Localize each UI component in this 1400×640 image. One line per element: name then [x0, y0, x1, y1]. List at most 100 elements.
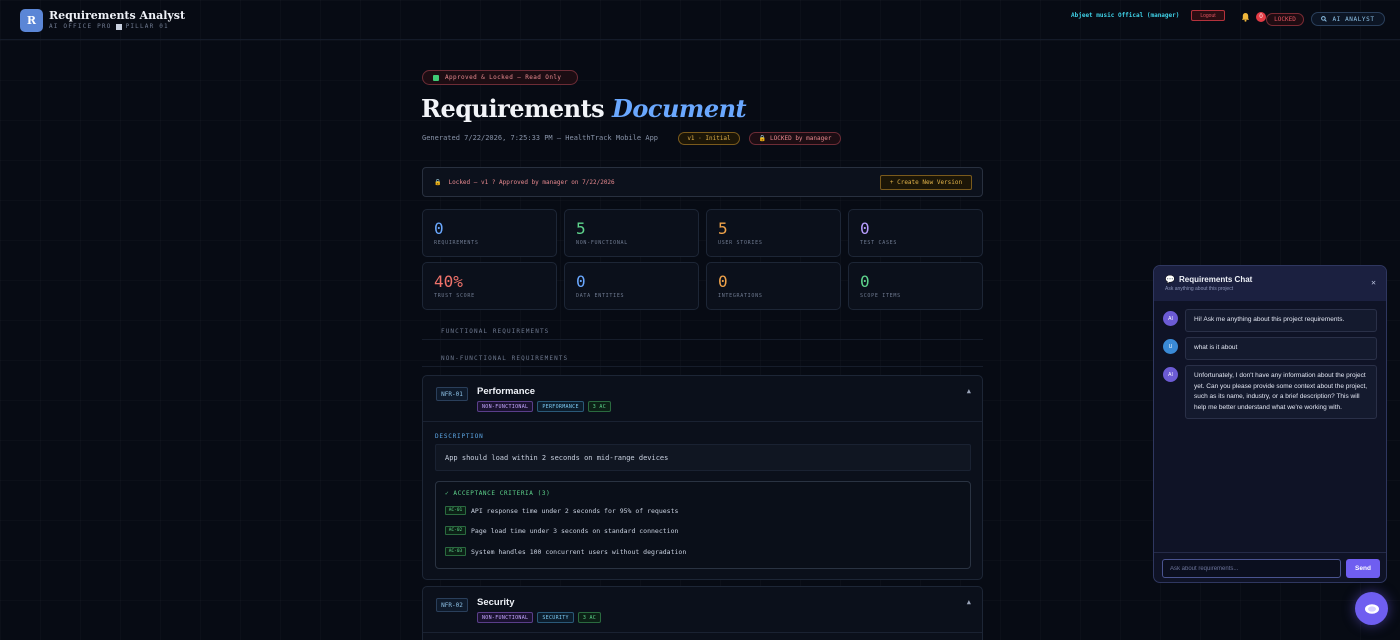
square-icon: [115, 23, 122, 30]
chat-message-text: Unfortunately, I don't have any informat…: [1185, 365, 1377, 419]
stat-value: 5: [718, 219, 728, 238]
app-logo: R: [20, 9, 43, 32]
tag-category: PERFORMANCE: [537, 401, 584, 412]
create-new-version-button[interactable]: + Create New Version: [880, 175, 972, 190]
divider: [422, 339, 983, 340]
avatar: AI: [1163, 311, 1178, 326]
requirement-card-nfr-02: NFR-02 Security NON-FUNCTIONAL SECURITY …: [422, 586, 983, 640]
description-label: DESCRIPTION: [435, 433, 484, 440]
tag-type: NON-FUNCTIONAL: [477, 612, 534, 623]
divider: [422, 366, 983, 367]
stat-label: USER STORIES: [718, 240, 763, 246]
chat-message-text: what is it about: [1185, 337, 1377, 360]
collapse-chevron-icon[interactable]: ▲: [967, 387, 971, 395]
stat-value: 0: [576, 272, 586, 291]
criterion-text: System handles 100 concurrent users with…: [471, 547, 687, 556]
tag-type: NON-FUNCTIONAL: [477, 401, 534, 412]
chat-title-label: Requirements Chat: [1178, 275, 1253, 284]
divider: [423, 421, 982, 422]
collapse-chevron-icon[interactable]: ▲: [967, 598, 971, 606]
acceptance-criteria-heading: ✓ ACCEPTANCE CRITERIA (3): [445, 490, 551, 497]
criterion-id: AC-01: [445, 506, 466, 515]
logout-button[interactable]: Logout: [1191, 10, 1225, 21]
chat-message-ai: AI Hi! Ask me anything about this projec…: [1163, 309, 1377, 332]
ai-analyst-label: AI ANALYST: [1332, 15, 1375, 23]
requirement-id: NFR-01: [436, 387, 468, 401]
lock-banner-text: 🔒 Locked — v1 ? Approved by manager on 7…: [434, 179, 615, 186]
close-icon[interactable]: ✕: [1371, 278, 1376, 287]
stat-card-non-functional: 5 NON-FUNCTIONAL: [564, 209, 699, 257]
locked-by-label: LOCKED by manager: [770, 135, 832, 142]
app-subtitle-left: AI OFFICE PRO: [49, 23, 112, 30]
page-title-main: Requirements: [421, 94, 605, 123]
stat-card-trust-score: 40% TRUST SCORE: [422, 262, 557, 310]
check-square-icon: [433, 74, 439, 81]
lock-icon: 🔒: [758, 135, 767, 142]
acceptance-criterion: AC-03 System handles 100 concurrent user…: [445, 547, 686, 556]
stat-label: TRUST SCORE: [434, 293, 475, 299]
search-icon: [1321, 16, 1328, 22]
stat-label: TEST CASES: [860, 240, 898, 246]
chat-message-text: Hi! Ask me anything about this project r…: [1185, 309, 1377, 332]
section-label: FUNCTIONAL REQUIREMENTS: [441, 328, 550, 335]
notification-badge: 0: [1256, 12, 1266, 22]
stat-label: SCOPE ITEMS: [860, 293, 901, 299]
stat-value: 0: [860, 272, 870, 291]
stat-label: DATA ENTITIES: [576, 293, 625, 299]
stat-value: 5: [576, 219, 586, 238]
chat-subtitle: Ask anything about this project: [1165, 286, 1234, 292]
section-label: NON-FUNCTIONAL REQUIREMENTS: [441, 355, 569, 362]
stat-value: 0: [718, 272, 728, 291]
app-subtitle: AI OFFICE PRO PILLAR 01: [49, 23, 169, 30]
app-subtitle-right: PILLAR 01: [125, 23, 169, 30]
chat-icon: [1364, 603, 1379, 614]
locked-by-pill: 🔒 LOCKED by manager: [749, 132, 841, 145]
approved-status-label: Approved & Locked — Read Only: [445, 74, 562, 81]
stat-label: INTEGRATIONS: [718, 293, 763, 299]
requirement-title[interactable]: Performance: [477, 386, 535, 397]
stat-label: NON-FUNCTIONAL: [576, 240, 628, 246]
stat-label: REQUIREMENTS: [434, 240, 479, 246]
send-button[interactable]: Send: [1346, 559, 1380, 578]
locked-status-pill: LOCKED: [1266, 13, 1304, 26]
chat-message-user: U what is it about: [1163, 337, 1377, 360]
ai-analyst-button[interactable]: AI ANALYST: [1311, 12, 1385, 26]
lock-banner: 🔒 Locked — v1 ? Approved by manager on 7…: [422, 167, 983, 197]
bell-icon[interactable]: [1241, 12, 1250, 22]
version-pill: v1 · Initial: [678, 132, 740, 145]
lock-icon: 🔒: [434, 179, 442, 186]
tag-ac-count: 3 AC: [587, 401, 612, 412]
chat-message-ai: AI Unfortunately, I don't have any infor…: [1163, 365, 1377, 419]
stat-value: 0: [860, 219, 870, 238]
criterion-text: API response time under 2 seconds for 95…: [471, 506, 679, 515]
top-bar: R Requirements Analyst AI OFFICE PRO PIL…: [0, 0, 1400, 40]
chat-title: 💬 Requirements Chat: [1165, 275, 1252, 284]
stat-card-data-entities: 0 DATA ENTITIES: [564, 262, 699, 310]
stat-card-integrations: 0 INTEGRATIONS: [706, 262, 841, 310]
avatar: AI: [1163, 367, 1178, 382]
chat-input[interactable]: [1162, 559, 1341, 578]
tag-ac-count: 3 AC: [577, 612, 602, 623]
stat-card-test-cases: 0 TEST CASES: [848, 209, 983, 257]
app-title: Requirements Analyst: [49, 9, 186, 22]
acceptance-criterion: AC-02 Page load time under 3 seconds on …: [445, 526, 678, 535]
stat-card-requirements: 0 REQUIREMENTS: [422, 209, 557, 257]
generated-meta: Generated 7/22/2026, 7:25:33 PM — Health…: [422, 134, 659, 142]
requirement-title[interactable]: Security: [477, 597, 515, 608]
user-name: Abjeet music Offical (manager): [1071, 12, 1180, 19]
lock-banner-label: Locked — v1 ? Approved by manager on 7/2…: [448, 179, 615, 186]
description-text: App should load within 2 seconds on mid-…: [435, 444, 971, 471]
criterion-id: AC-02: [445, 526, 466, 535]
criterion-text: Page load time under 3 seconds on standa…: [471, 526, 679, 535]
chat-header: 💬 Requirements Chat Ask anything about t…: [1154, 266, 1386, 301]
chat-toggle-button[interactable]: [1355, 592, 1388, 625]
stat-card-scope-items: 0 SCOPE ITEMS: [848, 262, 983, 310]
requirement-id: NFR-02: [436, 598, 468, 612]
avatar: U: [1163, 339, 1178, 354]
page-title-accent: Document: [612, 94, 747, 123]
acceptance-criterion: AC-01 API response time under 2 seconds …: [445, 506, 678, 515]
stat-card-user-stories: 5 USER STORIES: [706, 209, 841, 257]
acceptance-criteria-box: ✓ ACCEPTANCE CRITERIA (3) AC-01 API resp…: [435, 481, 971, 569]
divider: [1154, 552, 1386, 553]
chat-panel: 💬 Requirements Chat Ask anything about t…: [1153, 265, 1387, 583]
